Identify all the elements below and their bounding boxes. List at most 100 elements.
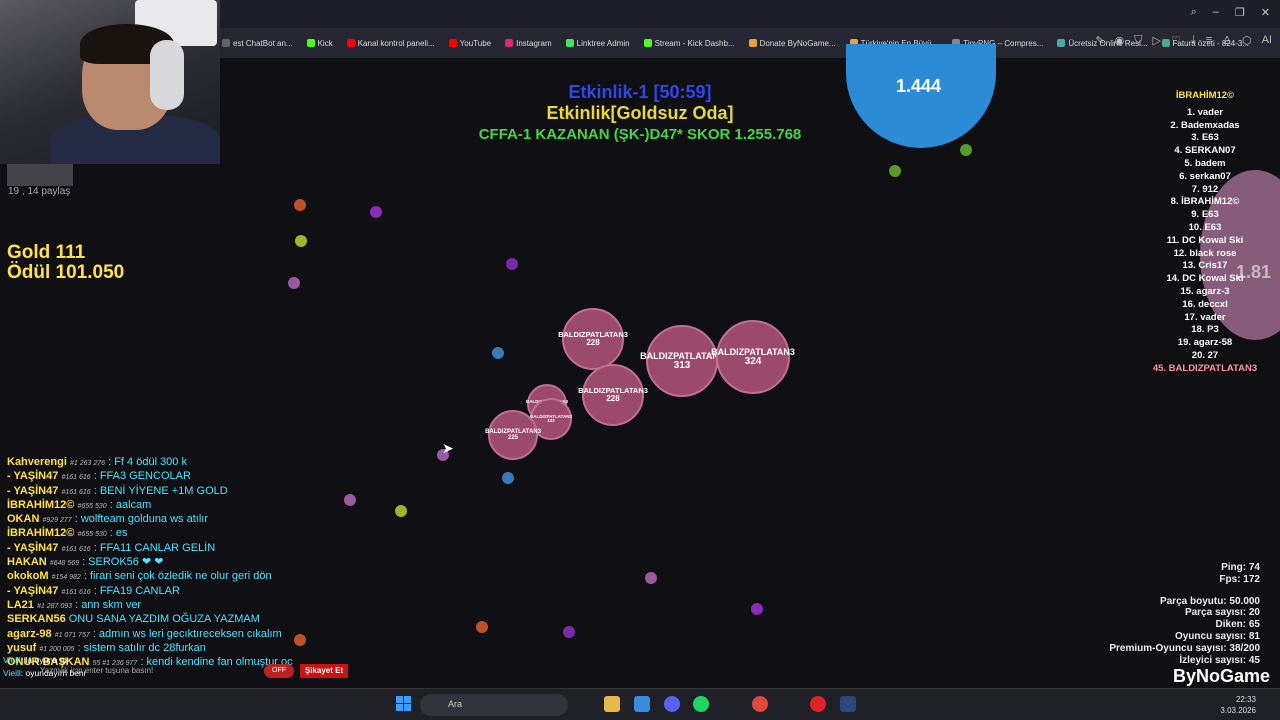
chat-username[interactable]: - YAŞİN47 (7, 470, 58, 482)
chat-username[interactable]: agarz-98 (7, 628, 52, 640)
chat-text: : Ff 4 ödül 300 k (108, 456, 187, 468)
chat-input[interactable]: Yazmak için enter tuşuna basın! (40, 666, 153, 675)
leaderboard-entry: 19. agarz-58 (1177, 337, 1233, 349)
leaderboard-entry: 13. Cris17 (1182, 260, 1228, 272)
chat-username[interactable]: SERKAN56 (7, 613, 66, 625)
file-explorer-icon[interactable] (604, 696, 620, 712)
chat-username[interactable]: - YAŞİN47 (7, 585, 58, 597)
food-pellet (751, 603, 763, 615)
bookmark-item[interactable]: YouTube (448, 39, 491, 48)
chat-text: : firari seni çok özledik ne olur geri d… (83, 570, 272, 583)
chat-user-id: #161 616 (61, 545, 91, 553)
food-pellet (288, 277, 300, 289)
edit-icon[interactable]: ✎ (1095, 34, 1104, 47)
heart-icon[interactable]: ♡ (1171, 34, 1181, 47)
leaderboard-entry: 5. badem (1184, 157, 1226, 169)
bookmark-item[interactable]: Linktree Admin (565, 39, 630, 48)
food-pellet (370, 206, 382, 218)
chat-user-id: #1 071 757 (54, 631, 90, 639)
leaderboard-entry: 8. İBRAHİM12© (1170, 196, 1240, 208)
bookmark-item[interactable]: Kanal kontrol paneli... (346, 39, 435, 48)
bookmark-icon (643, 39, 652, 47)
bookmark-icon (748, 39, 757, 47)
headphones-image (150, 40, 184, 110)
shield-icon[interactable]: ⛉ (1134, 34, 1142, 47)
ping-readout: Ping: 74 (1221, 562, 1260, 573)
bookmark-icon (448, 39, 457, 47)
chat-username[interactable]: HAKAN (7, 556, 47, 568)
extensions-icon[interactable]: ⬡ (1242, 34, 1252, 47)
chat-text: : aalcam (109, 498, 152, 511)
chat-message: LA21 #1 287 093 : ann skm ver (7, 599, 347, 613)
chat-username[interactable]: İBRAHİM12© (7, 527, 74, 539)
chat-username[interactable]: Kahverengi (7, 456, 67, 468)
leaderboard-entry: 4. SERKAN07 (1174, 145, 1236, 157)
player-cell: BALDIZPATLATAN3 225 (485, 410, 541, 460)
bookmark-item[interactable]: est ChatBot an... (222, 39, 293, 48)
event-winner: CFFA-1 KAZANAN (ŞK-)D47* SKOR 1.255.768 (478, 126, 802, 143)
chat-user-id: #161 616 (61, 588, 91, 596)
bookmark-item[interactable]: Stream - Kick Dashb... (643, 39, 735, 48)
chat-message: - YAŞİN47 #161 616 : FFA11 CANLAR GELİN (7, 542, 347, 556)
store-icon[interactable] (634, 696, 650, 712)
chat-username[interactable]: - YAŞİN47 (7, 485, 58, 497)
chat-user-id: #1 287 093 (36, 602, 73, 610)
bookmark-icon (346, 39, 355, 47)
leaderboard-self: 45. BALDIZPATLATAN3 (1152, 362, 1258, 374)
chat-username[interactable]: LA21 (7, 599, 34, 611)
chat-username[interactable]: yusuf (7, 642, 36, 654)
chat-user-id: #161 616 (61, 474, 91, 482)
user-icon[interactable]: ♙ (1222, 34, 1232, 47)
chat-toggle-button[interactable]: OFF (264, 664, 294, 678)
player-cell: BALDIZPATLATAN3 324 (711, 320, 795, 394)
leaderboard-entry: 10. E63 (1188, 221, 1222, 233)
leaderboard-entry: 16. deccxl (1182, 298, 1228, 310)
bookmark-item[interactable]: Instagram (505, 39, 552, 48)
chat-message: İBRAHİM12© #655 530 : es (7, 527, 347, 541)
play-icon[interactable]: ▷ (1152, 34, 1160, 47)
leaderboard-entry: 18. P3 (1191, 324, 1219, 336)
chat-username[interactable]: okokoM (7, 570, 49, 582)
close-icon[interactable]: ✕ (1261, 6, 1270, 19)
chat-username[interactable]: Vieill (3, 655, 21, 665)
food-pellet (476, 621, 488, 633)
food-pellet (492, 347, 504, 359)
chat-username[interactable]: Vieill (3, 668, 21, 678)
restore-icon[interactable]: ❐ (1235, 6, 1245, 19)
chat-message: - YAŞİN47 #161 616 : BENİ YİYENE +1M GOL… (7, 485, 347, 499)
minimize-icon[interactable]: – (1213, 6, 1219, 19)
chat-log: Kahverengi #1 263 276 : Ff 4 ödül 300 k-… (7, 456, 347, 670)
chat-message: agarz-98 #1 071 757 : admın ws leri gecı… (7, 628, 347, 642)
webcam-overlay (0, 0, 220, 164)
bookmark-item[interactable]: Kick (306, 39, 333, 48)
windows-start-icon[interactable] (396, 696, 412, 712)
leaderboard-entry: 14. DC Kowal Ski (1166, 273, 1244, 285)
bookmark-item[interactable]: Donate ByNoGame... (748, 39, 836, 48)
report-button[interactable]: Şikayet Et (300, 664, 348, 678)
chrome-icon[interactable] (752, 696, 768, 712)
taskbar: Ara 22:33 3.03.2026 (0, 688, 1280, 720)
camera-icon[interactable]: ◉ (1115, 34, 1125, 47)
spotify-icon[interactable] (693, 696, 709, 712)
menu-icon[interactable]: ≡ (1206, 34, 1212, 47)
search-icon[interactable]: ⌕ (1191, 6, 1197, 19)
chat-username[interactable]: OKAN (7, 513, 39, 525)
chat-message: - YAŞİN47 #161 616 : FFA3 GENCOLAR (7, 470, 347, 484)
taskbar-search[interactable]: Ara (420, 694, 568, 716)
steam-icon[interactable] (840, 696, 856, 712)
discord-icon[interactable] (664, 696, 680, 712)
bookmark-icon (306, 39, 315, 47)
chat-username[interactable]: - YAŞİN47 (7, 542, 58, 554)
gold-counter: Gold 111 Ödül 101.050 (7, 243, 124, 283)
event-banner: Etkinlik-1 [50:59] Etkinlik[Goldsuz Oda]… (440, 82, 840, 145)
leaderboard-entry: 11. DC Kowal Ski (1166, 234, 1244, 246)
opera-icon[interactable] (810, 696, 826, 712)
chat-text: : SEROK56 ❤ ❤ (82, 556, 164, 569)
bookmark-icon (505, 39, 514, 47)
leaderboard-entry: 20. 27 (1191, 349, 1219, 361)
ai-icon[interactable]: AI (1262, 34, 1272, 47)
chat-message: okokoM #154 982 : firari seni çok özledi… (7, 570, 347, 584)
download-icon[interactable]: ⤓ (1191, 34, 1196, 47)
chat-username[interactable]: İBRAHİM12© (7, 499, 74, 511)
chat-user-id: #655 530 (77, 531, 107, 539)
